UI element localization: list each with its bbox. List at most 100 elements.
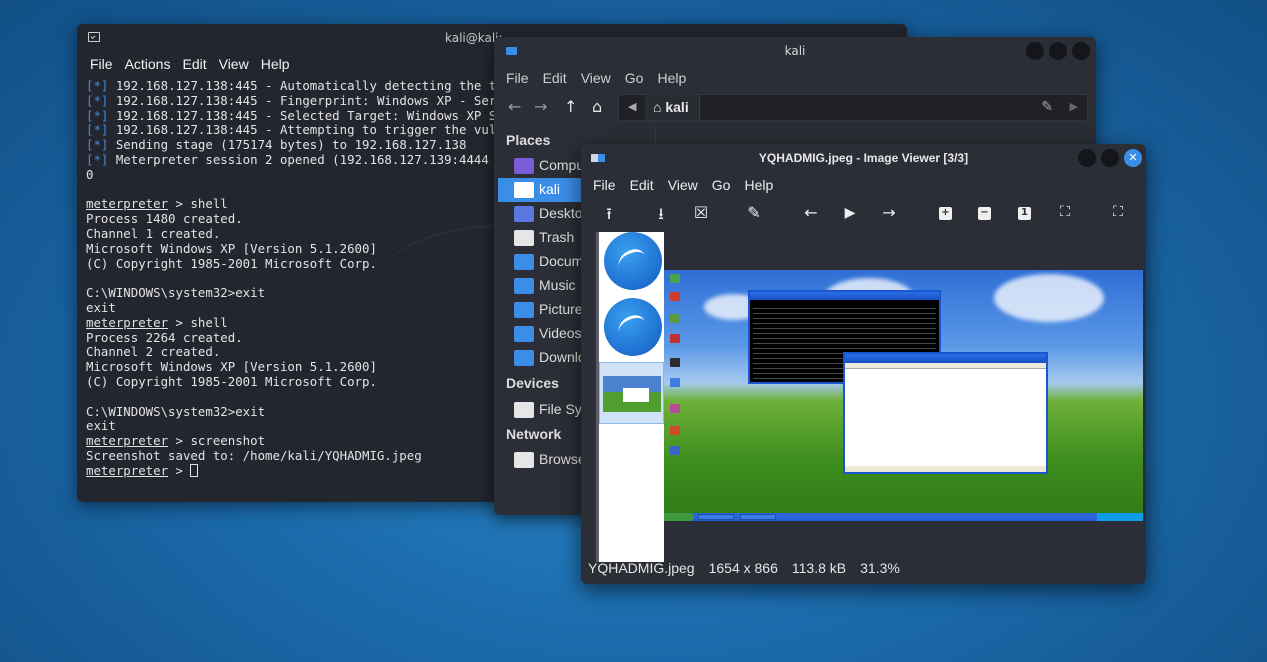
minimize-button[interactable]: [1078, 149, 1096, 167]
terminal-line-text: C:\WINDOWS\system32>exit: [86, 403, 266, 419]
terminal-line-text: Channel 2 created.: [86, 344, 221, 360]
sidebar-item-label: Browse: [539, 451, 586, 467]
xp-desktop-icon: [670, 426, 680, 435]
open-upload-icon[interactable]: ⭱: [599, 203, 619, 230]
iv-menu-file[interactable]: File: [593, 172, 616, 198]
terminal-line-text: Process 2264 created.: [86, 329, 243, 345]
file-manager-toolbar: ← → ↑ ⌂ ◀ ⌂ kali ✎ ▶: [494, 91, 1096, 125]
terminal-line-text: Microsoft Windows XP [Version 5.1.2600]: [86, 240, 377, 256]
thumbnail-screenshot-selected[interactable]: [599, 362, 664, 424]
edit-pencil-icon[interactable]: ✎: [744, 203, 764, 222]
close-button[interactable]: [1072, 42, 1090, 60]
terminal-menu-help[interactable]: Help: [261, 52, 298, 76]
terminal-menu-actions[interactable]: Actions: [125, 52, 179, 76]
iv-menu-help[interactable]: Help: [744, 172, 773, 198]
terminal-line-text: > shell: [168, 314, 228, 330]
videos-folder-icon: [514, 326, 534, 342]
network-icon: [514, 452, 534, 468]
iv-menu-go[interactable]: Go: [712, 172, 731, 198]
image-canvas[interactable]: [664, 232, 1143, 562]
zoom-100-icon[interactable]: 1: [1018, 207, 1031, 220]
path-bar[interactable]: ◀ ⌂ kali ✎ ▶: [618, 94, 1088, 121]
xp-desktop-icon: [670, 446, 680, 455]
path-scroll-left-icon[interactable]: ◀: [628, 100, 636, 113]
xp-desktop-icon: [670, 334, 680, 343]
sidebar-item-label: Picture: [539, 301, 583, 317]
sidebar-item-label: Compu: [539, 157, 585, 173]
path-crumb-home[interactable]: ⌂ kali: [645, 95, 700, 120]
image-viewer-titlebar[interactable]: YQHADMIG.jpeg - Image Viewer [3/3] ✕: [581, 144, 1146, 172]
terminal-menu-file[interactable]: File: [90, 52, 121, 76]
terminal-cursor[interactable]: [190, 463, 199, 477]
terminal-line-text: Sending stage (175174 bytes) to 192.168.…: [108, 137, 467, 153]
xp-cloud: [994, 274, 1104, 322]
terminal-menu-edit[interactable]: Edit: [182, 52, 214, 76]
fullscreen-icon[interactable]: ⛶: [1108, 204, 1128, 220]
fm-menu-go[interactable]: Go: [625, 65, 644, 91]
thumbnail-kali-logo-2[interactable]: [604, 298, 662, 356]
terminal-line-text: 192.168.127.138:445 - Automatically dete…: [108, 79, 497, 93]
iv-menu-view[interactable]: View: [668, 172, 698, 198]
music-folder-icon: [514, 278, 534, 294]
status-tag: [*]: [86, 137, 109, 153]
zoom-fit-icon[interactable]: ⛶: [1055, 204, 1075, 220]
terminal-line-text: Meterpreter session 2 opened (192.168.12…: [108, 151, 489, 167]
minimize-button[interactable]: [1026, 42, 1044, 60]
terminal-line-text: > screenshot: [168, 433, 266, 449]
status-zoom: 31.3%: [860, 560, 900, 576]
next-arrow-icon[interactable]: →: [879, 203, 899, 222]
xp-taskbar: [664, 513, 1143, 521]
terminal-menu-view[interactable]: View: [219, 52, 257, 76]
sidebar-item-label: Trash: [539, 229, 575, 245]
terminal-line-text: > shell: [168, 196, 228, 212]
edit-path-pencil-icon[interactable]: ✎: [1041, 99, 1053, 115]
terminal-line-text: exit: [86, 418, 116, 434]
xp-desktop-icon: [670, 314, 680, 323]
sidebar-item-label: Deskto: [539, 205, 583, 221]
fm-menu-edit[interactable]: Edit: [543, 65, 567, 91]
fm-menu-file[interactable]: File: [506, 65, 529, 91]
zoom-in-icon[interactable]: +: [939, 207, 952, 220]
pictures-folder-icon: [514, 302, 534, 318]
status-tag: [*]: [86, 151, 109, 167]
close-button[interactable]: ✕: [1124, 149, 1142, 167]
desktop-folder-icon: [514, 206, 534, 222]
file-manager-menubar: File Edit View Go Help: [494, 65, 1096, 91]
network-heading: Network: [506, 426, 562, 442]
terminal-line-text: 192.168.127.138:445 - Fingerprint: Windo…: [108, 92, 497, 108]
previous-arrow-icon[interactable]: ←: [801, 203, 821, 222]
xp-system-tray: [1097, 513, 1143, 521]
sidebar-item-label: kali: [539, 181, 561, 197]
iv-menu-edit[interactable]: Edit: [630, 172, 654, 198]
terminal-line-text: >: [168, 462, 191, 478]
file-manager-titlebar[interactable]: kali: [494, 37, 1096, 65]
terminal-line-text: 0: [86, 166, 94, 182]
xp-taskbar-item: [740, 514, 776, 520]
forward-arrow-icon[interactable]: →: [534, 97, 547, 116]
terminal-line-text: exit: [86, 299, 116, 315]
delete-icon[interactable]: ☒: [691, 203, 711, 222]
thumbnail-strip[interactable]: [596, 232, 664, 562]
image-viewer-window[interactable]: YQHADMIG.jpeg - Image Viewer [3/3] ✕ Fil…: [581, 144, 1146, 584]
path-scroll-right-icon[interactable]: ▶: [1070, 100, 1078, 113]
home-icon[interactable]: ⌂: [592, 97, 602, 116]
image-viewer-menubar: File Edit View Go Help: [581, 172, 1146, 198]
terminal-line-text: Channel 1 created.: [86, 225, 221, 241]
fm-menu-view[interactable]: View: [581, 65, 611, 91]
maximize-button[interactable]: [1101, 149, 1119, 167]
save-download-icon[interactable]: ⭳: [651, 203, 671, 230]
path-crumb-label: kali: [665, 99, 689, 115]
xp-desktop-icon: [670, 378, 680, 387]
play-slideshow-icon[interactable]: ▶: [840, 205, 860, 221]
up-arrow-icon[interactable]: ↑: [564, 97, 577, 116]
zoom-out-icon[interactable]: −: [978, 207, 991, 220]
status-tag: [*]: [86, 92, 109, 108]
sidebar-item-label: Music: [539, 277, 576, 293]
xp-desktop-icon: [670, 274, 680, 283]
terminal-line-text: Screenshot saved to: /home/kali/YQHADMIG…: [86, 447, 422, 463]
thumbnail-kali-logo-1[interactable]: [604, 232, 662, 290]
xp-desktop-icon: [670, 358, 680, 367]
maximize-button[interactable]: [1049, 42, 1067, 60]
back-arrow-icon[interactable]: ←: [508, 97, 521, 116]
fm-menu-help[interactable]: Help: [657, 65, 686, 91]
